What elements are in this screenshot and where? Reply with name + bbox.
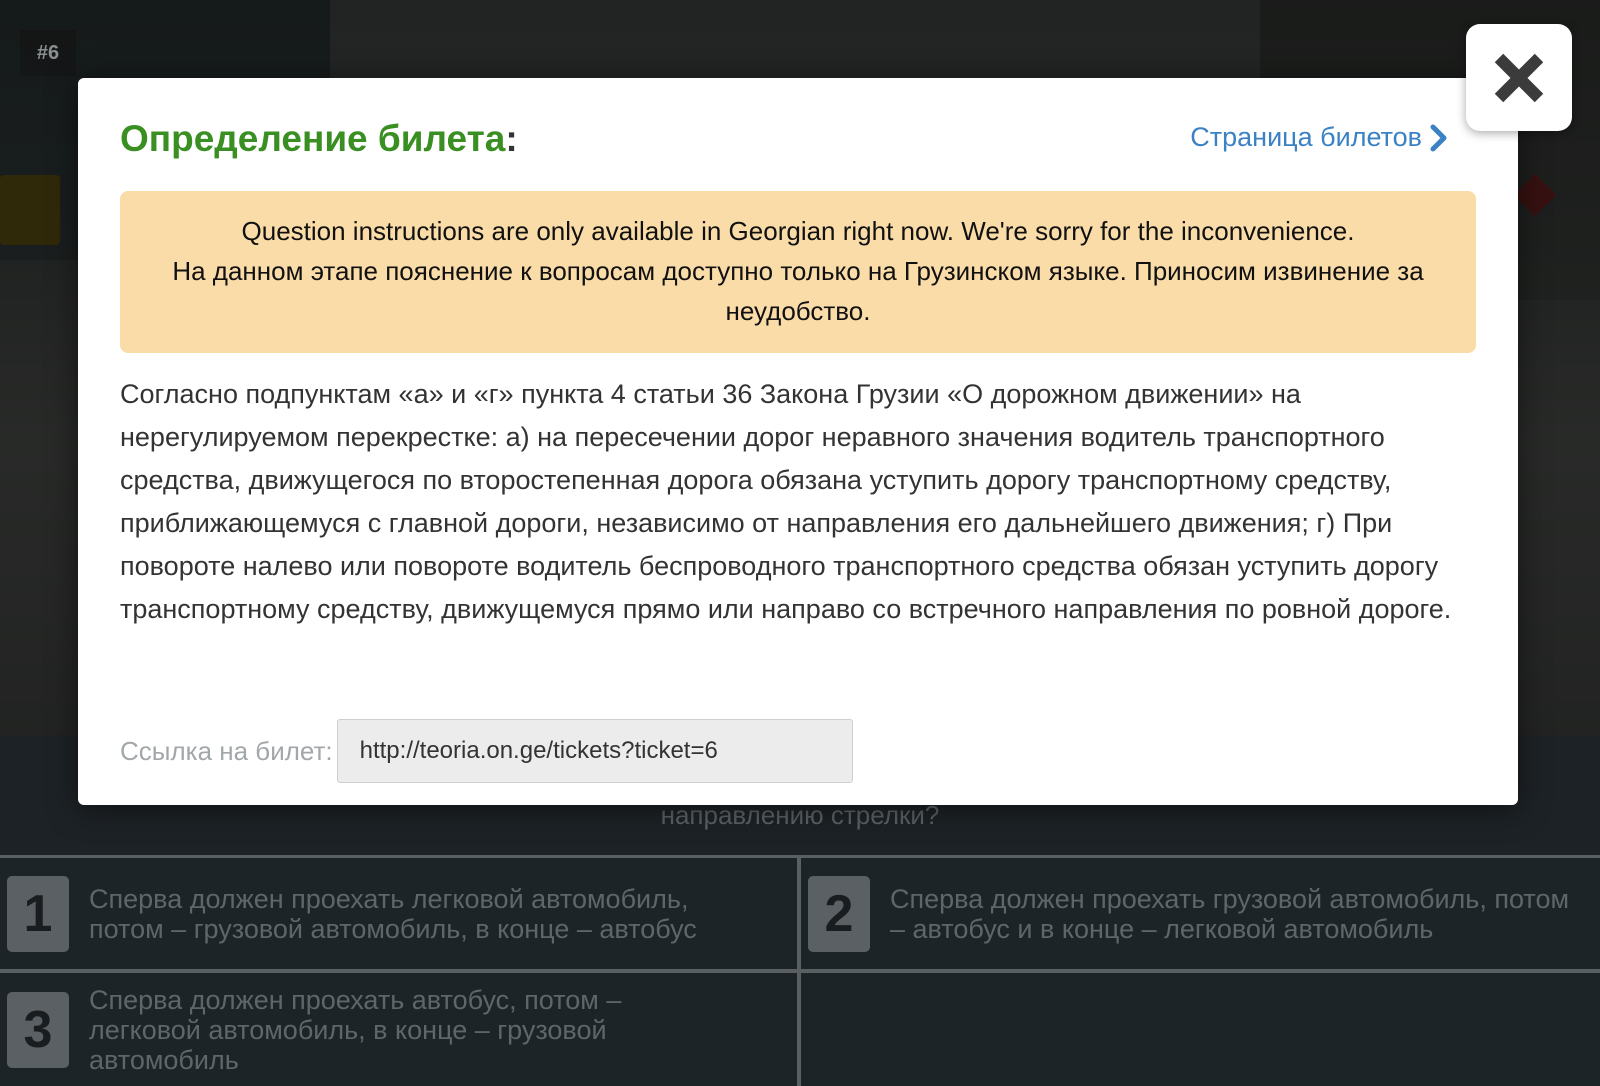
ticket-page-link[interactable]: Страница билетов — [1190, 122, 1448, 153]
answer-number: 1 — [7, 875, 69, 952]
modal-title-colon: : — [505, 118, 518, 159]
answer-option-1[interactable]: 1 Сперва должен проехать легковой автомо… — [0, 858, 797, 969]
explanation-text: Согласно подпунктам «а» и «г» пункта 4 с… — [120, 379, 1452, 624]
ticket-link-field[interactable] — [336, 719, 853, 783]
ticket-number: #6 — [20, 30, 76, 76]
close-icon — [1494, 53, 1544, 102]
ticket-link-row: Ссылка на билет: — [120, 719, 853, 783]
modal-title-text: Определение билета — [120, 118, 506, 159]
answer-number: 2 — [808, 875, 870, 952]
answer-option-3[interactable]: 3 Сперва должен проехать автобус, потом … — [0, 973, 797, 1086]
answer-option-2[interactable]: 2 Сперва должен проехать грузовой автомо… — [801, 858, 1600, 969]
answer-number: 3 — [7, 991, 69, 1068]
ticket-link-label: Ссылка на билет: — [120, 735, 333, 766]
answer-empty-cell — [801, 973, 1600, 1086]
ticket-explanation-modal: Определение билета: Страница билетов Que… — [78, 78, 1518, 805]
answers-grid: 1 Сперва должен проехать легковой автомо… — [0, 855, 1600, 1086]
ticket-page-link-label: Страница билетов — [1190, 122, 1422, 152]
answer-text: Сперва должен проехать легковой автомоби… — [89, 883, 697, 944]
notice-english: Question instructions are only available… — [241, 216, 1355, 246]
chevron-right-icon — [1430, 124, 1447, 151]
language-notice: Question instructions are only available… — [120, 191, 1476, 353]
modal-title: Определение билета: — [120, 118, 518, 160]
close-button[interactable] — [1466, 24, 1572, 131]
answer-text: Сперва должен проехать автобус, потом – … — [89, 984, 622, 1075]
notice-russian: На данном этапе пояснение к вопросам дос… — [172, 256, 1424, 326]
answer-text: Сперва должен проехать грузовой автомоби… — [890, 883, 1570, 944]
